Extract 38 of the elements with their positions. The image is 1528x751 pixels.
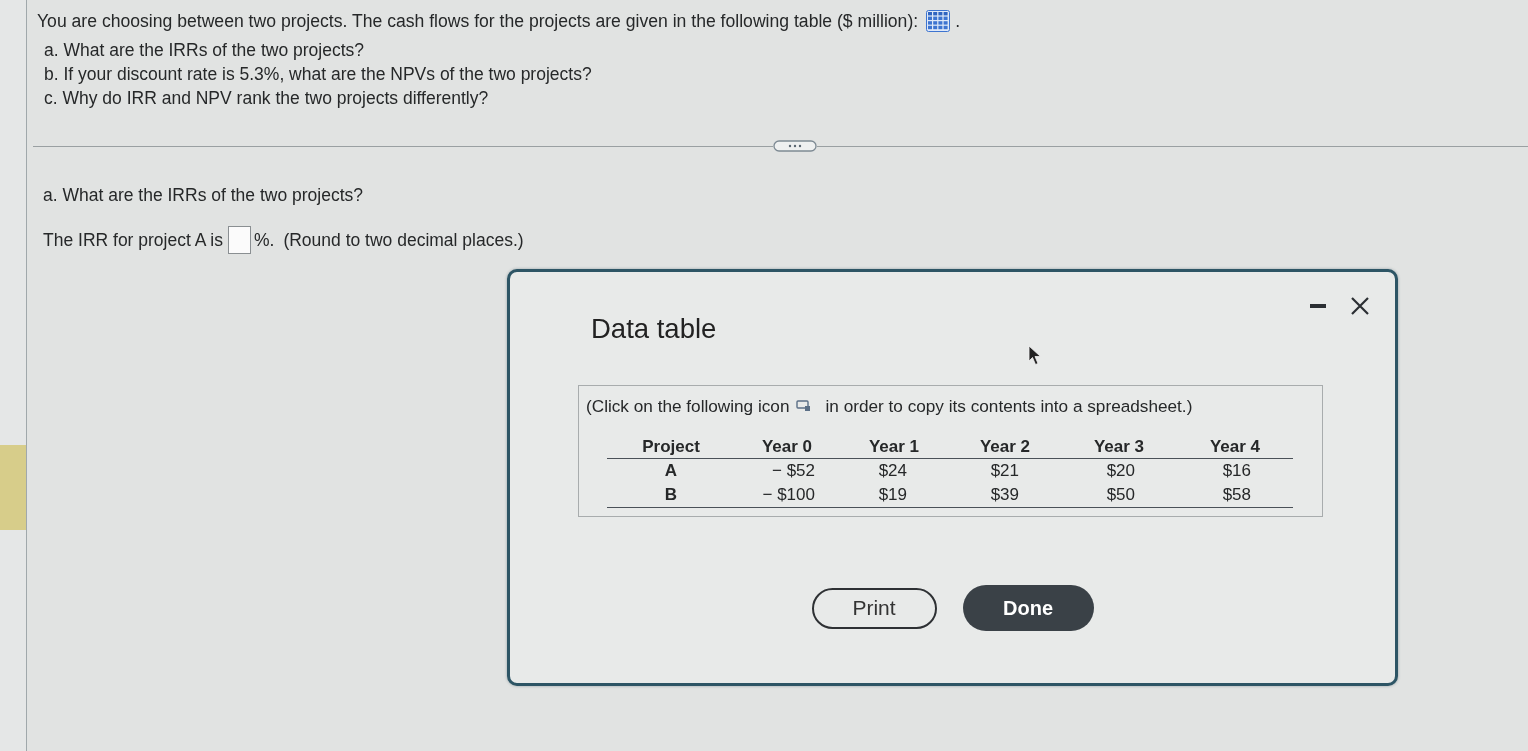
dialog-button[interactable]: Print <box>811 587 937 629</box>
table-cell: $50 <box>1061 483 1177 508</box>
question-heading: a. What are the IRRs of the two projects? <box>43 185 364 205</box>
question-text: You are choosing between two projects. The cash flows for the projects are given in the following table ($ million): <box>37 11 919 31</box>
column-header: Year 0 <box>735 436 839 459</box>
table-cell: $39 <box>949 483 1061 508</box>
table-cell: $24 <box>839 458 949 483</box>
percent-text: %. <box>253 229 275 251</box>
table-cell: − $52 <box>735 458 839 483</box>
column-header: Year 1 <box>839 436 949 459</box>
column-header: Year 4 <box>1177 436 1293 459</box>
table-cell: $21 <box>949 458 1061 483</box>
column-header: Project <box>607 436 735 459</box>
hint-text: (Round to two decimal places.) <box>283 229 524 251</box>
question-part: c. Why do IRR and NPV rank the two projects differently? <box>44 87 490 110</box>
table-cell: − $100 <box>735 483 839 508</box>
prompt-text: The IRR for project A is <box>43 229 223 251</box>
table-cell: B <box>607 483 735 508</box>
question-part: a. What are the IRRs of the two projects? <box>44 39 365 62</box>
dialog-button[interactable]: Done <box>962 585 1094 631</box>
ellipsis-icon[interactable] <box>773 140 817 152</box>
column-header: Year 2 <box>949 436 1061 459</box>
column-header: Year 3 <box>1061 436 1177 459</box>
mouse-pointer-icon <box>1028 345 1042 366</box>
copy-icon[interactable] <box>796 400 812 412</box>
table-cell: $19 <box>839 483 949 508</box>
dialog-title: Data table <box>591 313 717 344</box>
table-cell: $58 <box>1177 483 1293 508</box>
table-cell: A <box>607 458 735 483</box>
answer-field[interactable] <box>227 226 251 254</box>
table-icon[interactable] <box>926 10 951 32</box>
table-cell: $16 <box>1177 458 1293 483</box>
instruction-text: in order to copy its contents into a spreadsheet.) <box>825 396 1193 416</box>
instruction-text: (Click on the following icon <box>586 396 790 416</box>
question-part: b. If your discount rate is 5.3%, what are the NPVs of the two projects? <box>44 63 593 86</box>
close-icon[interactable] <box>1350 296 1370 316</box>
table-cell: $20 <box>1061 458 1177 483</box>
punctuation-text: . <box>955 11 961 31</box>
